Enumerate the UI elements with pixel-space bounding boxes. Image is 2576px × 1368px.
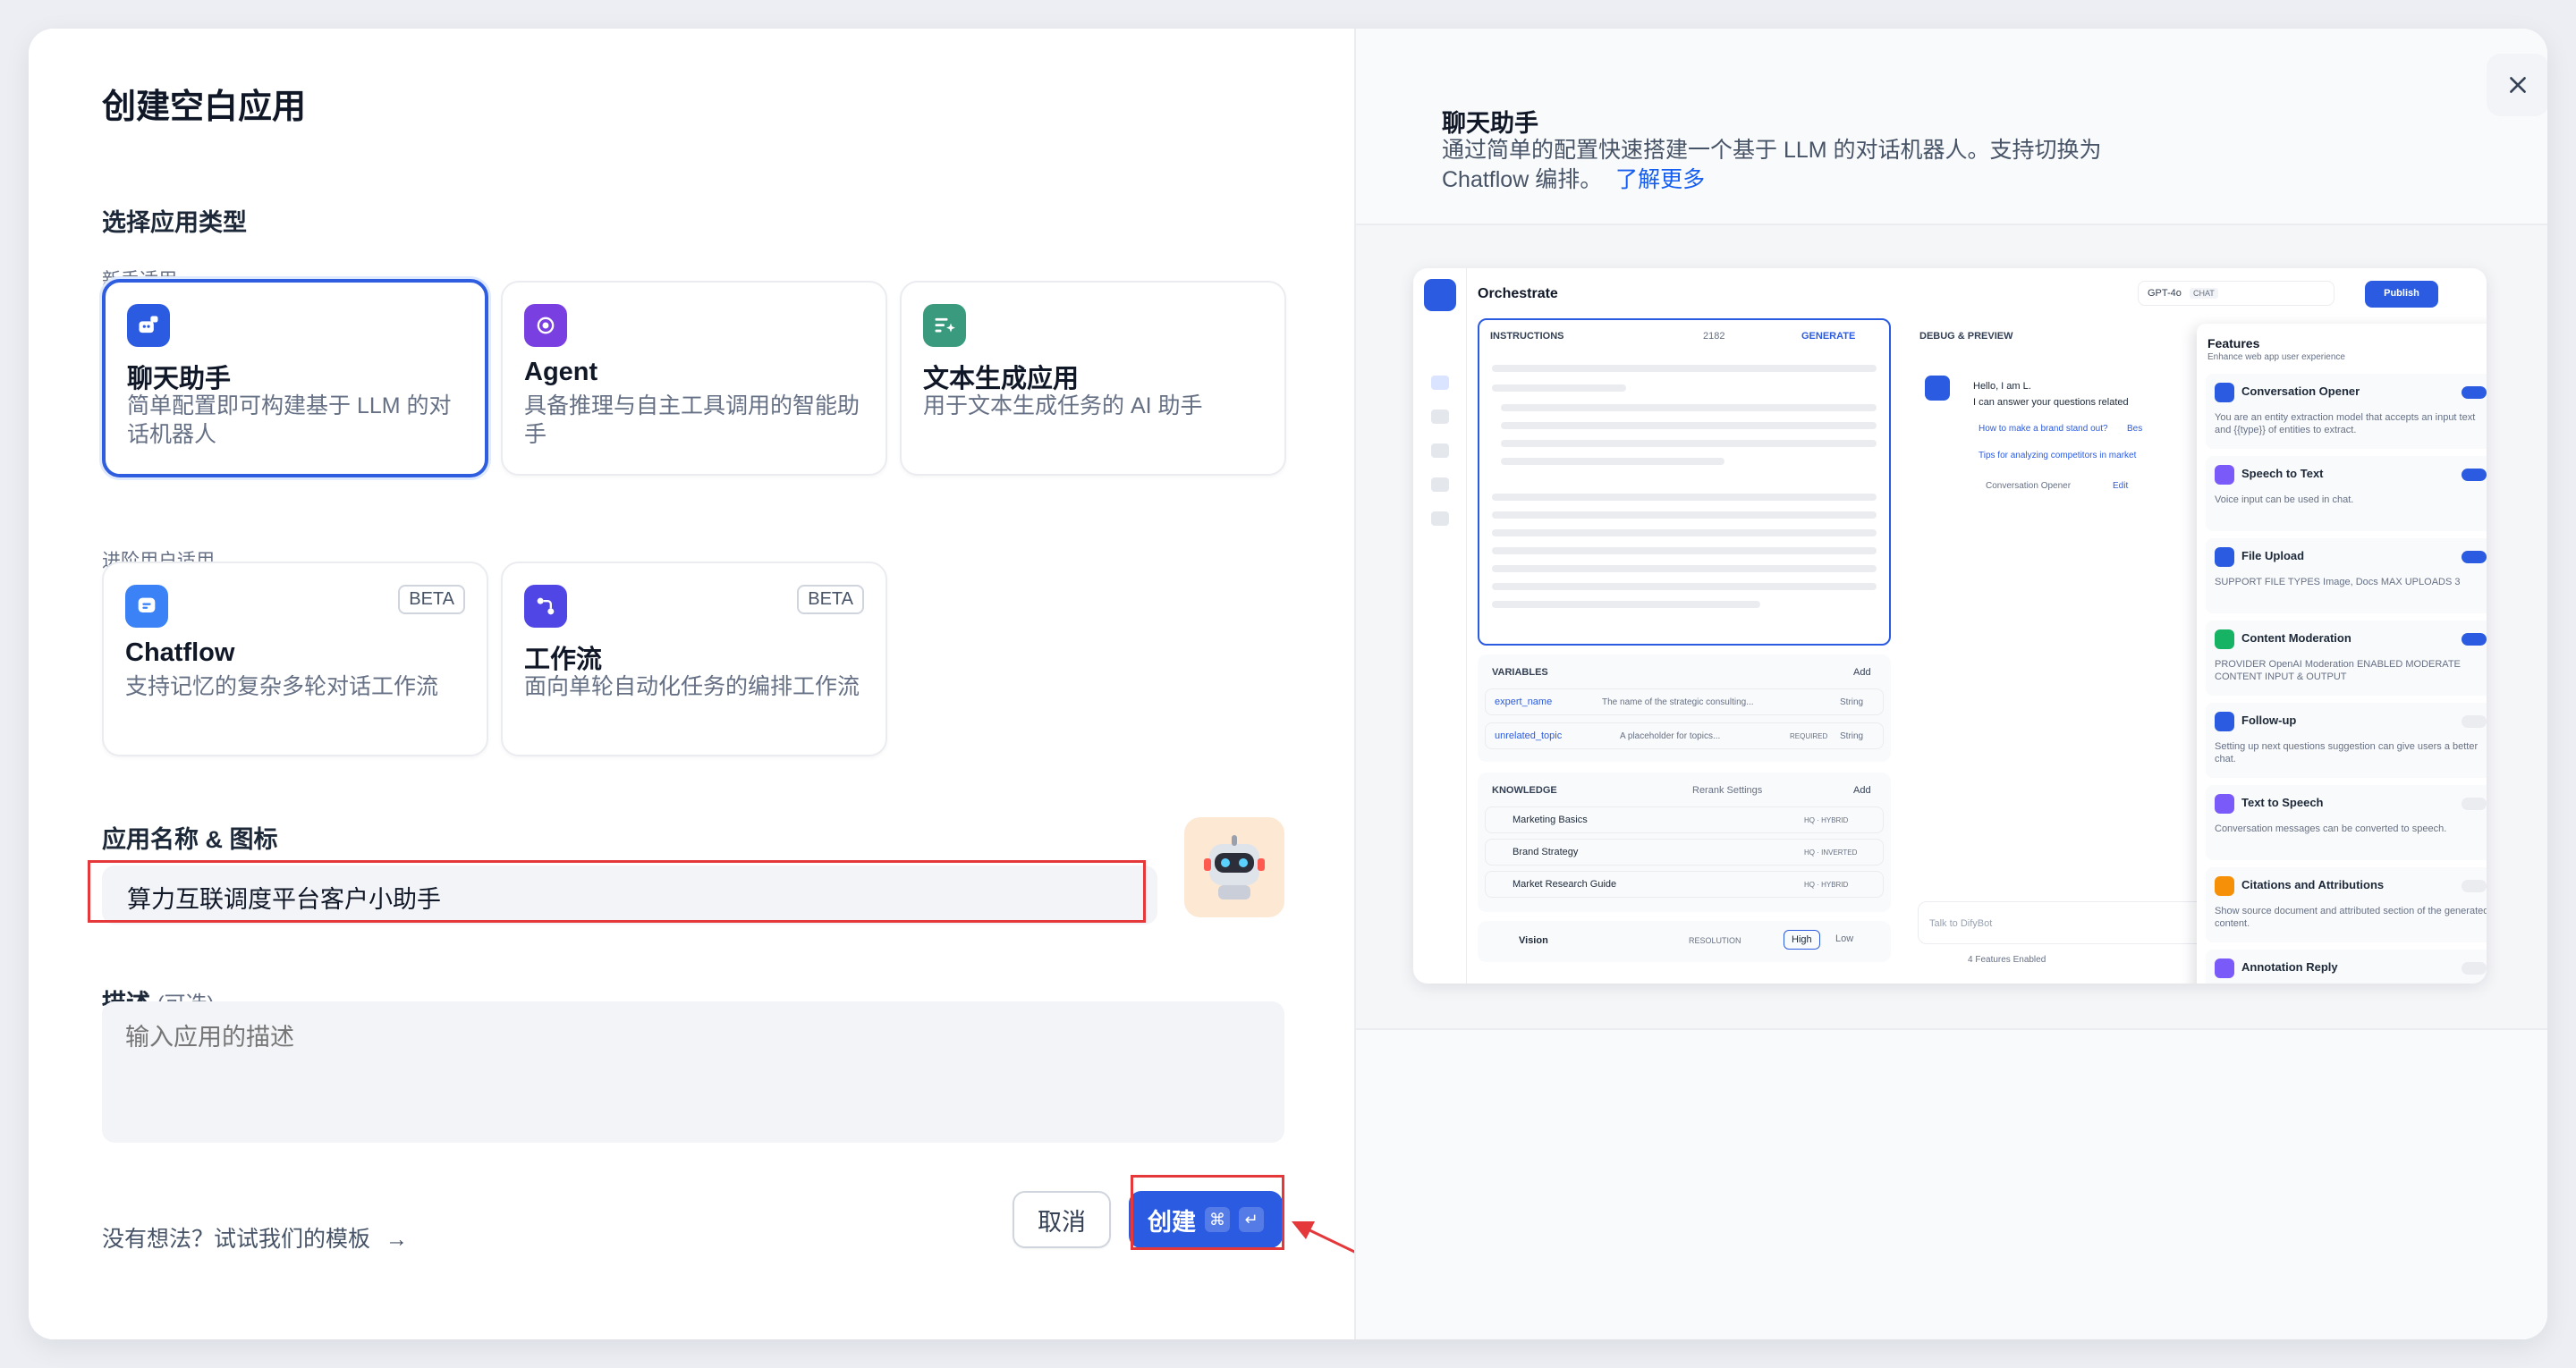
preview-nav-icon bbox=[1431, 410, 1449, 424]
feature-toggle bbox=[2462, 715, 2487, 728]
preview-model-selector: GPT-4o CHAT bbox=[2138, 281, 2334, 306]
preview-nav-icon bbox=[1431, 477, 1449, 492]
arrow-right-icon: → bbox=[385, 1227, 408, 1252]
beta-badge: BETA bbox=[797, 585, 864, 614]
app-type-card-chatflow[interactable]: BETA Chatflow 支持记忆的复杂多轮对话工作流 bbox=[102, 562, 488, 756]
feature-toggle bbox=[2462, 469, 2487, 481]
app-type-card-text-generator[interactable]: 文本生成应用 用于文本生成任务的 AI 助手 bbox=[900, 281, 1286, 476]
app-icon-picker[interactable] bbox=[1184, 817, 1284, 917]
right-panel: 聊天助手 通过简单的配置快速搭建一个基于 LLM 的对话机器人。支持切换为 Ch… bbox=[1354, 29, 2547, 1339]
left-panel: 创建空白应用 选择应用类型 新手适用 聊天助手 简单配置即可构建基于 LLM 的… bbox=[29, 29, 1441, 1339]
preview-nav-icon bbox=[1431, 376, 1449, 390]
card-title: 文本生成应用 bbox=[923, 365, 1080, 393]
preview-rail bbox=[1413, 268, 1467, 984]
workflow-icon bbox=[524, 585, 567, 628]
create-app-dialog: 创建空白应用 选择应用类型 新手适用 聊天助手 简单配置即可构建基于 LLM 的… bbox=[29, 29, 2547, 1339]
preview-nav-icon bbox=[1431, 443, 1449, 458]
feature-toggle bbox=[2462, 880, 2487, 892]
preview-header: Orchestrate bbox=[1478, 286, 1558, 301]
feature-toggle bbox=[2462, 798, 2487, 810]
preview-window: Orchestrate GPT-4o CHAT Publish INSTRUCT… bbox=[1413, 268, 2487, 984]
template-link[interactable]: 没有想法？试试我们的模板 → bbox=[102, 1221, 408, 1254]
card-desc: 具备推理与自主工具调用的智能助手 bbox=[524, 393, 860, 447]
preview-chat-input: Talk to DifyBot bbox=[1918, 901, 2213, 944]
preview-description: 通过简单的配置快速搭建一个基于 LLM 的对话机器人。支持切换为 Chatflo… bbox=[1442, 138, 2102, 192]
preview-variable-row: expert_name The name of the strategic co… bbox=[1485, 688, 1884, 715]
preview-debug-title: DEBUG & PREVIEW bbox=[1919, 331, 2013, 342]
preview-doc-row: Marketing Basics HQ · HYBRID bbox=[1485, 806, 1884, 833]
app-type-card-agent[interactable]: Agent 具备推理与自主工具调用的智能助手 bbox=[501, 281, 887, 476]
close-button[interactable] bbox=[2487, 54, 2547, 116]
preview-title: 聊天助手 bbox=[1442, 110, 1538, 137]
preview-doc-row: Market Research Guide HQ · HYBRID bbox=[1485, 871, 1884, 898]
feature-toggle bbox=[2462, 551, 2487, 563]
chatflow-icon bbox=[125, 585, 168, 628]
preview-features-panel: Features Enhance web app user experience… bbox=[2197, 324, 2487, 984]
preview-feature-item: Text to Speech Conversation messages can… bbox=[2206, 785, 2487, 860]
app-type-card-chatbot[interactable]: 聊天助手 简单配置即可构建基于 LLM 的对话机器人 bbox=[102, 279, 488, 477]
preview-nav-icon bbox=[1431, 511, 1449, 526]
preview-knowledge: KNOWLEDGE Rerank Settings Add Marketing … bbox=[1478, 773, 1891, 912]
card-title: Agent bbox=[524, 358, 598, 386]
preview-doc-row: Brand Strategy HQ · INVERTED bbox=[1485, 839, 1884, 866]
preview-feature-item: Content Moderation PROVIDER OpenAI Moder… bbox=[2206, 621, 2487, 696]
preview-feature-item: File Upload SUPPORT FILE TYPES Image, Do… bbox=[2206, 538, 2487, 613]
card-title: 工作流 bbox=[524, 646, 603, 674]
agent-icon bbox=[524, 304, 567, 347]
preview-screenshot: Orchestrate GPT-4o CHAT Publish INSTRUCT… bbox=[1356, 224, 2547, 1030]
text-generator-icon bbox=[923, 304, 966, 347]
cancel-button[interactable]: 取消 bbox=[1013, 1191, 1111, 1248]
chatbot-icon bbox=[127, 304, 170, 347]
name-highlight-box bbox=[88, 860, 1146, 923]
preview-feature-item: Follow-up Setting up next questions sugg… bbox=[2206, 703, 2487, 778]
card-title: 聊天助手 bbox=[127, 365, 232, 393]
preview-variable-row: unrelated_topic A placeholder for topics… bbox=[1485, 722, 1884, 749]
learn-more-link[interactable]: 了解更多 bbox=[1615, 167, 1705, 192]
description-textarea[interactable] bbox=[102, 1001, 1284, 1143]
card-desc: 面向单轮自动化任务的编排工作流 bbox=[524, 674, 860, 699]
preview-publish-button: Publish bbox=[2365, 281, 2438, 308]
preview-feature-item: Annotation Reply bbox=[2206, 950, 2487, 984]
feature-toggle bbox=[2462, 633, 2487, 646]
preview-bot-avatar bbox=[1925, 376, 1950, 401]
name-icon-label: 应用名称 & 图标 bbox=[102, 826, 278, 853]
card-desc: 简单配置即可构建基于 LLM 的对话机器人 bbox=[127, 393, 452, 447]
preview-vision: Vision RESOLUTION High Low bbox=[1478, 921, 1891, 962]
preview-feature-item: Citations and Attributions Show source d… bbox=[2206, 867, 2487, 942]
robot-avatar-icon bbox=[1204, 835, 1265, 899]
dialog-title: 创建空白应用 bbox=[102, 89, 307, 126]
card-desc: 用于文本生成任务的 AI 助手 bbox=[923, 393, 1203, 418]
close-icon bbox=[2510, 77, 2526, 93]
preview-app-icon bbox=[1424, 279, 1456, 311]
beta-badge: BETA bbox=[398, 585, 465, 614]
card-title: Chatflow bbox=[125, 638, 235, 667]
app-type-card-workflow[interactable]: BETA 工作流 面向单轮自动化任务的编排工作流 bbox=[501, 562, 887, 756]
app-type-heading: 选择应用类型 bbox=[102, 209, 247, 236]
feature-toggle bbox=[2462, 962, 2487, 975]
preview-feature-item: Speech to Text Voice input can be used i… bbox=[2206, 456, 2487, 531]
preview-variables: VARIABLES Add expert_name The name of th… bbox=[1478, 654, 1891, 762]
feature-toggle bbox=[2462, 386, 2487, 399]
card-desc: 支持记忆的复杂多轮对话工作流 bbox=[125, 674, 439, 699]
preview-feature-item: Conversation Opener You are an entity ex… bbox=[2206, 374, 2487, 449]
preview-instructions: INSTRUCTIONS 2182 GENERATE bbox=[1478, 318, 1891, 646]
create-highlight-box bbox=[1131, 1175, 1284, 1250]
